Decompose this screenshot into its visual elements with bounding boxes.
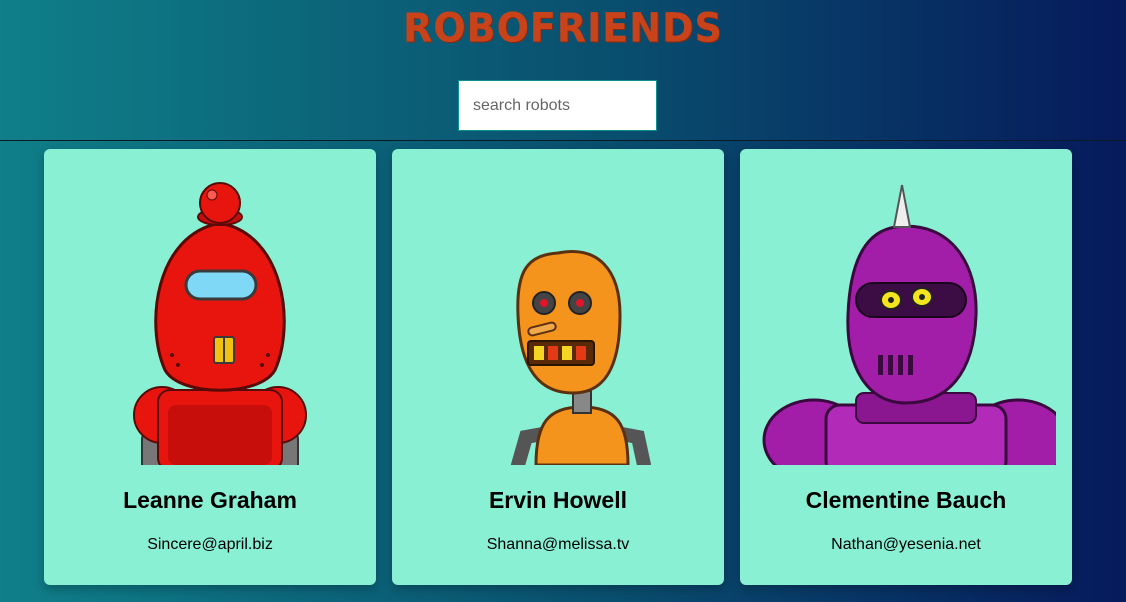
- robot-name: Clementine Bauch: [805, 487, 1007, 513]
- header-divider: [0, 140, 1126, 141]
- robot-card[interactable]: Ervin Howell Shanna@melissa.tv: [392, 149, 724, 585]
- robot-name: Ervin Howell: [488, 487, 628, 513]
- robot-email: Nathan@yesenia.net: [831, 536, 981, 553]
- robot-avatar: [133, 182, 307, 465]
- robot-avatar: [511, 250, 651, 465]
- robot-email: Shanna@melissa.tv: [486, 536, 630, 553]
- page-title: ROBOFRIENDS: [403, 4, 723, 52]
- robot-card[interactable]: Leanne Graham Sincere@april.biz: [44, 149, 376, 585]
- robot-card[interactable]: Clementine Bauch Nathan@yesenia.net: [740, 149, 1072, 585]
- search-input[interactable]: [458, 80, 657, 131]
- robot-email: Sincere@april.biz: [147, 536, 273, 553]
- robot-avatar: [762, 184, 1056, 465]
- robot-name: Leanne Graham: [123, 487, 297, 513]
